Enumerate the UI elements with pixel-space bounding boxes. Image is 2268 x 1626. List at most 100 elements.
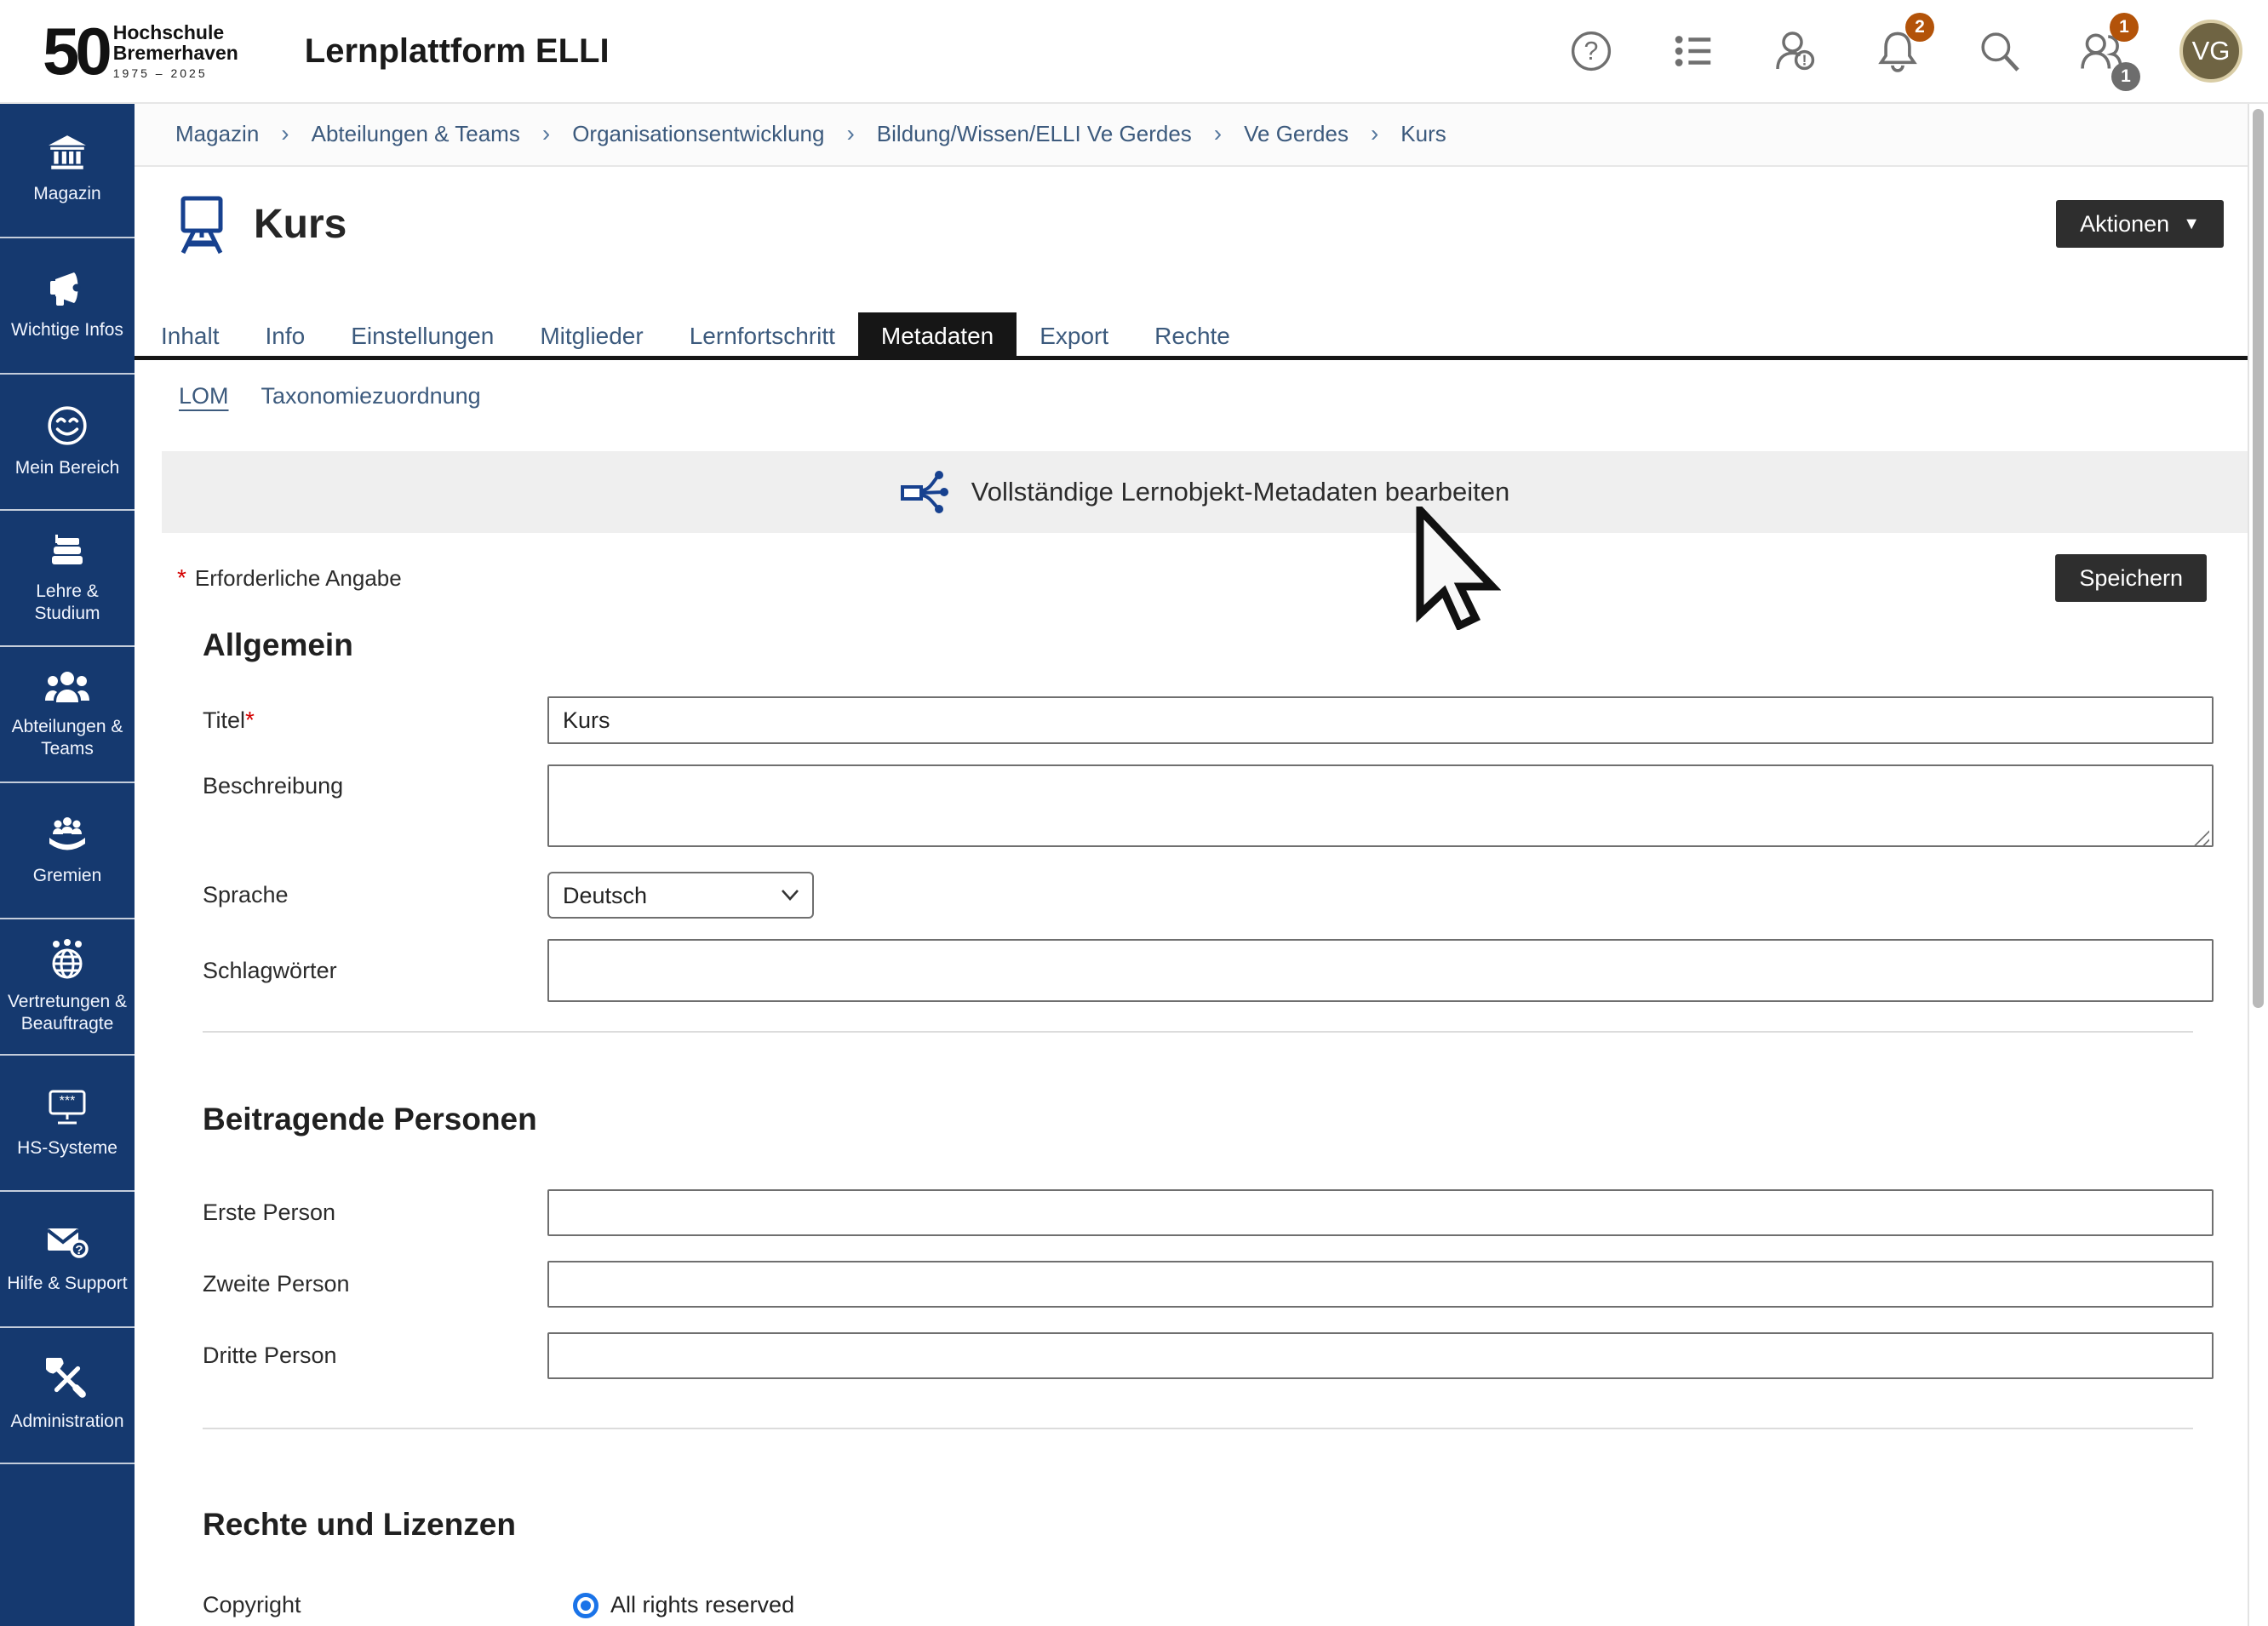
- contacts-button[interactable]: 1 1: [2077, 26, 2127, 76]
- erste-person-input[interactable]: [547, 1189, 2214, 1236]
- scrollbar-thumb[interactable]: [2253, 109, 2264, 1008]
- sidebar-label: Vertretungen & Beauftragte: [2, 991, 133, 1034]
- tab-export[interactable]: Export: [1017, 312, 1131, 360]
- sidebar-label: Mein Bereich: [15, 457, 120, 479]
- subtab-taxonomiezuordnung[interactable]: Taxonomiezuordnung: [261, 383, 481, 409]
- breadcrumb-item[interactable]: Abteilungen & Teams: [312, 121, 520, 147]
- asterisk-icon: *: [245, 707, 255, 734]
- subtab-bar: LOM Taxonomiezuordnung: [135, 379, 2248, 413]
- field-label-schlagwoerter: Schlagwörter: [203, 939, 547, 1002]
- svg-text:!: !: [1802, 51, 1807, 68]
- chevron-right-icon: ›: [1371, 120, 1378, 147]
- tools-icon: [46, 1358, 89, 1400]
- monitor-icon: ***: [45, 1086, 89, 1127]
- page-scrollbar[interactable]: [2248, 104, 2268, 1626]
- sidebar-item-hs-systeme[interactable]: *** HS-Systeme: [0, 1056, 135, 1192]
- sidebar-label: Abteilungen & Teams: [2, 716, 133, 759]
- edit-full-metadata-banner[interactable]: Vollständige Lernobjekt-Metadaten bearbe…: [162, 451, 2248, 533]
- user-alert-icon: !: [1772, 27, 1819, 75]
- tab-einstellungen[interactable]: Einstellungen: [328, 312, 517, 360]
- sidebar-item-magazin[interactable]: Magazin: [0, 102, 135, 238]
- chevron-right-icon: ›: [281, 120, 289, 147]
- sidebar-item-vertretungen[interactable]: Vertretungen & Beauftragte: [0, 919, 135, 1056]
- edit-full-metadata-label: Vollständige Lernobjekt-Metadaten bearbe…: [971, 477, 1510, 507]
- main-content: Magazin › Abteilungen & Teams › Organisati…: [135, 102, 2248, 1618]
- breadcrumb-item-current[interactable]: Kurs: [1400, 121, 1446, 147]
- course-easel-icon: [175, 193, 228, 255]
- sprache-select[interactable]: Deutsch: [547, 872, 814, 919]
- smiley-icon: [46, 404, 89, 447]
- subtab-lom[interactable]: LOM: [179, 383, 229, 409]
- university-logo: 50 Hochschule Bremerhaven 1975 – 2025: [43, 18, 238, 84]
- main-sidebar: Magazin Wichtige Infos Mein Bereich Lehr…: [0, 102, 135, 1626]
- titel-input[interactable]: [547, 696, 2214, 744]
- copyright-radio[interactable]: [573, 1593, 598, 1618]
- chevron-right-icon: ›: [1214, 120, 1222, 147]
- dritte-person-input[interactable]: [547, 1332, 2214, 1379]
- sidebar-item-administration[interactable]: Administration: [0, 1328, 135, 1464]
- chevron-right-icon: ›: [542, 120, 550, 147]
- field-label-erste-person: Erste Person: [203, 1189, 547, 1236]
- books-icon: [45, 531, 89, 570]
- speichern-label: Speichern: [2079, 565, 2183, 592]
- notifications-button[interactable]: 2: [1873, 26, 1922, 76]
- tab-metadaten[interactable]: Metadaten: [858, 312, 1017, 360]
- svg-text:?: ?: [75, 1243, 83, 1257]
- schlagwoerter-input[interactable]: [547, 939, 2214, 1002]
- aktionen-button[interactable]: Aktionen ▼: [2056, 200, 2224, 248]
- section-title-allgemein: Allgemein: [203, 625, 2248, 666]
- tab-bar: Inhalt Info Einstellungen Mitglieder Ler…: [135, 308, 2248, 360]
- zweite-person-input[interactable]: [547, 1261, 2214, 1308]
- mail-question-icon: ?: [44, 1223, 90, 1262]
- committee-icon: [44, 814, 90, 855]
- list-icon: [1670, 28, 1716, 74]
- search-button[interactable]: [1975, 26, 2025, 76]
- field-label-zweite-person: Zweite Person: [203, 1261, 547, 1308]
- section-divider: [203, 1031, 2193, 1033]
- sidebar-label: Administration: [10, 1411, 123, 1433]
- sidebar-item-lehre-studium[interactable]: Lehre & Studium: [0, 511, 135, 647]
- help-icon: ?: [1568, 28, 1614, 74]
- speichern-button[interactable]: Speichern: [2055, 554, 2207, 602]
- megaphone-icon: [45, 270, 89, 309]
- sidebar-label: HS-Systeme: [17, 1137, 117, 1159]
- sidebar-label: Wichtige Infos: [11, 319, 123, 341]
- field-label-copyright: Copyright: [203, 1592, 547, 1618]
- contacts-badge-top: 1: [2110, 13, 2139, 42]
- logo-line1: Hochschule: [113, 22, 238, 43]
- tab-info[interactable]: Info: [243, 312, 329, 360]
- sidebar-label: Gremien: [33, 865, 102, 887]
- breadcrumb-item[interactable]: Magazin: [175, 121, 259, 147]
- breadcrumb-item[interactable]: Ve Gerdes: [1244, 121, 1349, 147]
- logo-50-mark: 50: [43, 18, 108, 84]
- awareness-button[interactable]: !: [1771, 26, 1820, 76]
- chevron-right-icon: ›: [846, 120, 854, 147]
- tab-mitglieder[interactable]: Mitglieder: [517, 312, 666, 360]
- tab-lernfortschritt[interactable]: Lernfortschritt: [667, 312, 858, 360]
- list-view-button[interactable]: [1669, 26, 1718, 76]
- sidebar-item-hilfe-support[interactable]: ? Hilfe & Support: [0, 1192, 135, 1328]
- beschreibung-textarea[interactable]: [547, 764, 2214, 847]
- breadcrumb-item[interactable]: Organisationsentwicklung: [572, 121, 824, 147]
- field-label-dritte-person: Dritte Person: [203, 1332, 547, 1379]
- section-title-rechte-lizenzen: Rechte und Lizenzen: [203, 1504, 2248, 1545]
- bank-icon: [46, 134, 89, 173]
- field-label-sprache: Sprache: [203, 872, 547, 919]
- sidebar-label: Lehre & Studium: [2, 581, 133, 624]
- logo-years: 1975 – 2025: [113, 66, 238, 80]
- required-hint: * Erforderliche Angabe: [177, 564, 402, 592]
- tab-inhalt[interactable]: Inhalt: [138, 312, 243, 360]
- help-button[interactable]: ?: [1566, 26, 1616, 76]
- tab-rechte[interactable]: Rechte: [1131, 312, 1253, 360]
- people-group-icon: [44, 668, 90, 706]
- sidebar-item-wichtige-infos[interactable]: Wichtige Infos: [0, 238, 135, 375]
- aktionen-label: Aktionen: [2080, 211, 2169, 238]
- app-title: Lernplattform ELLI: [305, 32, 610, 71]
- hub-share-icon: [900, 468, 949, 516]
- user-avatar[interactable]: VG: [2179, 20, 2242, 83]
- sidebar-item-abteilungen-teams[interactable]: Abteilungen & Teams: [0, 647, 135, 783]
- sidebar-item-mein-bereich[interactable]: Mein Bereich: [0, 375, 135, 511]
- sidebar-item-gremien[interactable]: Gremien: [0, 783, 135, 919]
- breadcrumb-item[interactable]: Bildung/Wissen/ELLI Ve Gerdes: [877, 121, 1192, 147]
- contacts-badge-bottom: 1: [2111, 62, 2140, 91]
